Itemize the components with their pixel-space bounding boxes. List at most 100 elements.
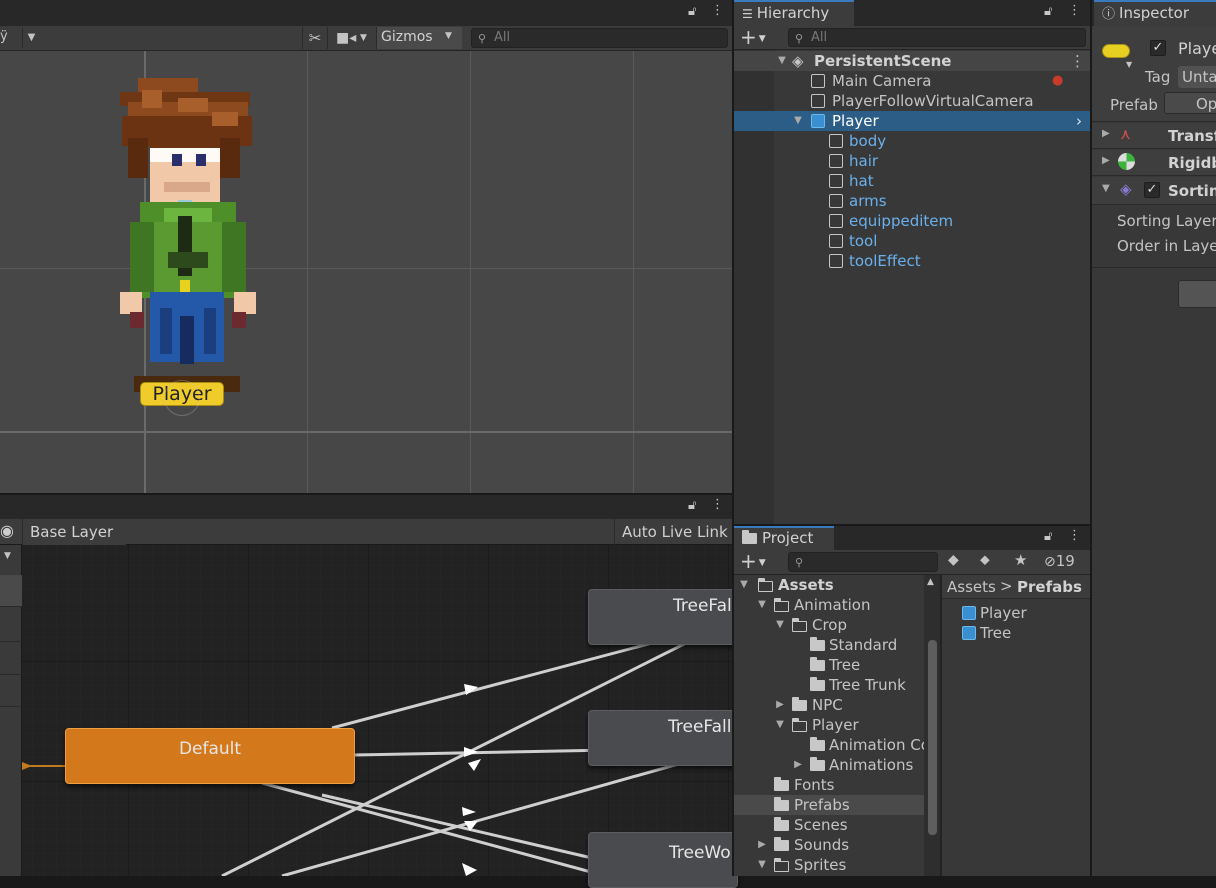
camera-icon[interactable]: ■◂ (336, 28, 356, 48)
project-search-input[interactable]: ⚲ (788, 552, 938, 572)
strip-row[interactable] (0, 575, 22, 607)
strip-row[interactable] (0, 675, 22, 707)
expand-arrow-icon[interactable]: ▼ (756, 855, 768, 875)
expand-arrow-icon[interactable]: ▼ (774, 615, 786, 635)
breadcrumb-root[interactable]: Assets (947, 578, 996, 596)
hierarchy-child[interactable]: hair (734, 151, 1090, 171)
tree-row[interactable]: ▼ Player (734, 715, 924, 735)
inspector-tab[interactable]: ⓘ Inspector (1094, 0, 1216, 26)
strip-row[interactable] (0, 641, 22, 675)
hidden-packages-button[interactable]: ⊘19 (1044, 552, 1075, 570)
hierarchy-tab[interactable]: ☰ Hierarchy (734, 0, 854, 26)
scrollbar-thumb[interactable] (928, 640, 937, 835)
component-rigidbody[interactable]: ▶ Rigidb (1092, 150, 1216, 176)
scene-search-input[interactable]: ⚲ All (471, 28, 728, 48)
chevron-right-icon[interactable]: › (1076, 111, 1082, 131)
animator-lock-icon[interactable]: 🔓︎ (688, 498, 696, 513)
hierarchy-child[interactable]: arms (734, 191, 1090, 211)
state-node-treefall-1[interactable]: TreeFal (588, 589, 738, 645)
player-sprite[interactable] (108, 76, 268, 396)
object-name[interactable]: Playe (1178, 39, 1216, 58)
expand-arrow-icon[interactable]: ▼ (738, 575, 750, 595)
hierarchy-add-button[interactable]: + ▼ (740, 26, 766, 50)
tree-row[interactable]: Fonts (734, 775, 924, 795)
project-add-button[interactable]: + ▼ (740, 550, 766, 575)
state-node-default[interactable]: Default (65, 728, 355, 784)
add-component-button[interactable] (1178, 280, 1216, 308)
camera-dropdown-icon[interactable]: ▼ (360, 28, 367, 48)
component-sorting-group[interactable]: ▼ ◈ ✓ Sorting (1092, 177, 1216, 205)
tree-row[interactable]: Tree (734, 655, 924, 675)
collapse-arrow-icon[interactable]: ▼ (1102, 183, 1110, 194)
eye-icon[interactable]: ◉ (0, 521, 14, 540)
asset-item[interactable]: Player (962, 603, 1027, 623)
expand-arrow-icon[interactable]: ▼ (792, 111, 804, 131)
layer-breadcrumb[interactable]: Base Layer (22, 519, 126, 545)
tree-row[interactable]: ▼ Crop (734, 615, 924, 635)
component-enabled-checkbox[interactable]: ✓ (1144, 182, 1160, 198)
tree-row[interactable]: Scenes (734, 815, 924, 835)
hierarchy-item-main-camera[interactable]: Main Camera ● (734, 71, 1090, 91)
project-tab[interactable]: Project (734, 526, 834, 550)
panel-separator[interactable] (732, 0, 734, 876)
expand-arrow-icon[interactable]: ▶ (792, 755, 804, 775)
hierarchy-item-player[interactable]: ▼ Player › (734, 111, 1090, 131)
tag-dropdown[interactable]: Unta (1178, 66, 1216, 88)
state-node-treefall-2[interactable]: TreeFall (588, 710, 738, 766)
project-menu-icon[interactable]: ⋮ (1068, 528, 1081, 543)
tree-row[interactable]: Tree Trunk (734, 675, 924, 695)
tree-row[interactable]: Prefabs (734, 795, 924, 815)
active-checkbox[interactable]: ✓ (1150, 40, 1166, 56)
hierarchy-search-input[interactable]: ⚲ All (788, 28, 1086, 47)
hierarchy-child[interactable]: toolEffect (734, 251, 1090, 271)
tree-row[interactable]: Standard (734, 635, 924, 655)
strip-dropdown-icon[interactable]: ▼ (4, 551, 11, 561)
scene-row[interactable]: ▼ ◈ PersistentScene ⋮ (734, 51, 1090, 71)
scroll-up-icon[interactable]: ▲ (927, 577, 934, 587)
object-icon[interactable] (1102, 44, 1130, 58)
tree-row[interactable]: ▼ Sprites (734, 855, 924, 875)
tree-row[interactable]: ▶ NPC (734, 695, 924, 715)
component-transform[interactable]: ▶ ⋏ Transf (1092, 123, 1216, 149)
scene-lock-icon[interactable]: 🔓︎ (688, 4, 696, 19)
gizmos-button[interactable]: Gizmos ▼ (376, 27, 462, 49)
object-icon-dropdown-icon[interactable]: ▼ (1126, 60, 1132, 69)
favorite-star-icon[interactable]: ★ (1014, 551, 1027, 569)
component-label: Sorting (1168, 182, 1216, 200)
tree-row[interactable]: ▼ Animation (734, 595, 924, 615)
expand-arrow-icon[interactable]: ▶ (774, 695, 786, 715)
hierarchy-child[interactable]: tool (734, 231, 1090, 251)
hierarchy-lock-icon[interactable]: 🔓︎ (1044, 4, 1052, 19)
tree-row[interactable]: Animation Co (734, 735, 924, 755)
expand-arrow-icon[interactable]: ▶ (1102, 155, 1110, 166)
project-lock-icon[interactable]: 🔓︎ (1044, 529, 1052, 544)
tree-row[interactable]: ▶ Sounds (734, 835, 924, 855)
prefab-open-button[interactable]: Op (1164, 92, 1216, 114)
tree-scrollbar[interactable]: ▲ (924, 575, 940, 876)
tree-row[interactable]: ▶ Animations (734, 755, 924, 775)
panel-separator[interactable] (1090, 0, 1092, 876)
state-node-treewo[interactable]: TreeWo (588, 832, 738, 888)
expand-arrow-icon[interactable]: ▶ (1102, 128, 1110, 139)
hierarchy-child[interactable]: hat (734, 171, 1090, 191)
scene-left-glyph[interactable]: ÿ (0, 29, 8, 44)
hierarchy-menu-icon[interactable]: ⋮ (1068, 3, 1081, 18)
hierarchy-child[interactable]: body (734, 131, 1090, 151)
tools-icon[interactable]: ✂ (302, 27, 328, 49)
expand-arrow-icon[interactable]: ▼ (776, 51, 788, 71)
tree-row[interactable]: ▼ Assets (734, 575, 924, 595)
scene-dropdown-icon[interactable]: ▼ (22, 28, 40, 48)
expand-arrow-icon[interactable]: ▼ (774, 715, 786, 735)
hierarchy-child[interactable]: equippeditem (734, 211, 1090, 231)
hierarchy-item-follow-camera[interactable]: PlayerFollowVirtualCamera (734, 91, 1090, 111)
animator-menu-icon[interactable]: ⋮ (711, 497, 724, 512)
expand-arrow-icon[interactable]: ▼ (756, 595, 768, 615)
scene-menu-icon[interactable]: ⋮ (1070, 51, 1085, 71)
auto-live-link-button[interactable]: Auto Live Link (614, 519, 732, 545)
expand-arrow-icon[interactable]: ▶ (756, 835, 768, 855)
breadcrumb-current[interactable]: Prefabs (1017, 578, 1082, 596)
filter-label-icon[interactable]: ⬥ (980, 552, 990, 568)
filter-type-icon[interactable]: ◆ (948, 552, 959, 568)
scene-menu-icon[interactable]: ⋮ (711, 3, 724, 18)
asset-item[interactable]: Tree (962, 623, 1011, 643)
